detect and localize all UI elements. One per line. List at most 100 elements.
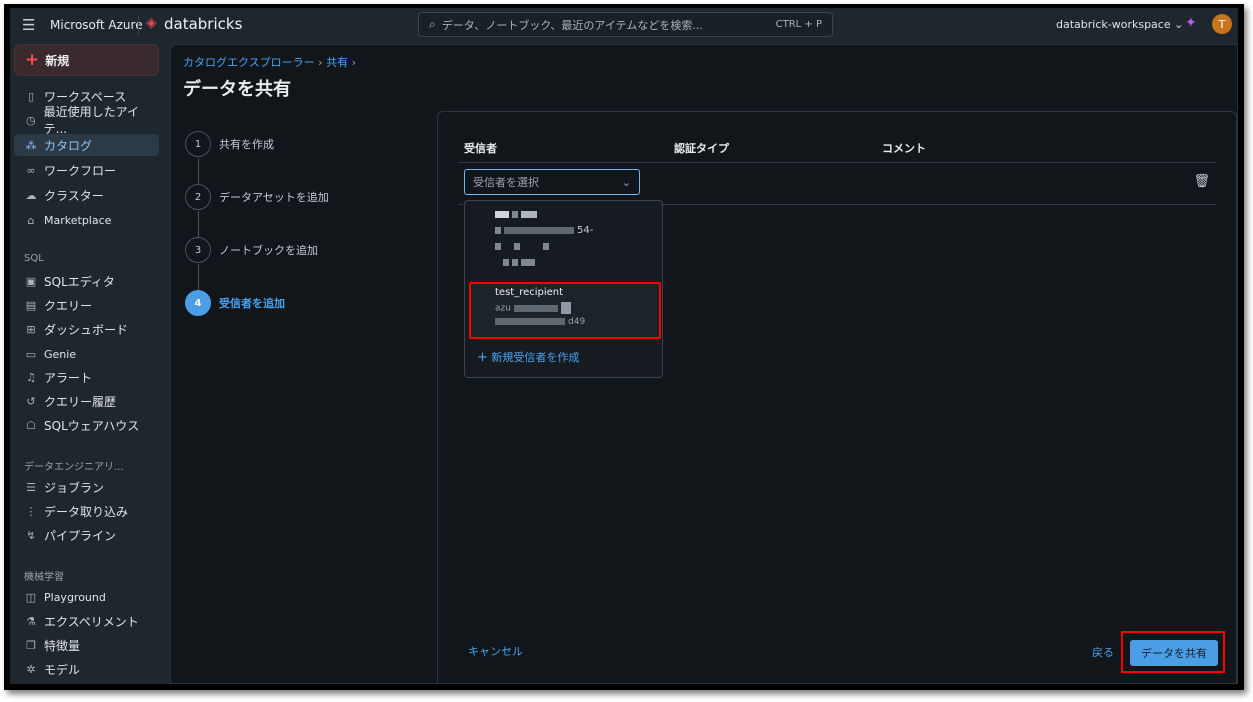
list-icon: ☰ xyxy=(26,480,36,494)
step-connector xyxy=(198,264,199,290)
chevron-down-icon: ⌄ xyxy=(621,175,631,189)
plus-icon: + xyxy=(25,50,40,70)
step-3[interactable]: 3 ノートブックを追加 xyxy=(185,237,318,263)
trash-icon[interactable]: 🗑 xyxy=(1193,174,1210,189)
sidebar-item-catalog[interactable]: ⁂ カタログ xyxy=(14,134,159,156)
section-data-engineering: データエンジニアリ... xyxy=(24,462,124,473)
workspace-selector[interactable]: databrick-workspace ⌄ xyxy=(1056,18,1183,31)
step-4-active[interactable]: 4 受信者を追加 xyxy=(185,290,285,316)
store-icon: ⌂ xyxy=(27,213,35,227)
option-detail: azu xyxy=(495,303,511,314)
sidebar-item-experiments[interactable]: ⚗ エクスペリメント xyxy=(14,610,159,632)
search-input[interactable]: ⌕ データ、ノートブック、最近のアイテムなどを検索... CTRL + P xyxy=(418,12,833,37)
step-number: 4 xyxy=(185,290,211,316)
step-connector xyxy=(198,158,199,184)
brand-label: Microsoft Azure xyxy=(50,18,143,32)
sidebar-item-sql-editor[interactable]: ▣ SQLエディタ xyxy=(14,270,159,292)
sidebar-item-recent[interactable]: ◷ 最近使用したアイテ... xyxy=(14,105,159,136)
label: クラスター xyxy=(44,188,104,203)
robot-icon: ◫ xyxy=(25,590,37,604)
sidebar-item-queries[interactable]: ▤ クエリー xyxy=(14,294,159,316)
bell-icon: ♫ xyxy=(26,370,36,384)
label: Marketplace xyxy=(44,213,112,227)
divider xyxy=(458,162,1216,163)
label: 最近使用したアイテ... xyxy=(43,105,140,136)
sidebar-item-dashboards[interactable]: ⊞ ダッシュボード xyxy=(14,318,159,340)
option-id-fragment: d49 xyxy=(568,317,586,327)
label: 特徴量 xyxy=(44,638,81,653)
label: エクスペリメント xyxy=(44,614,139,629)
recipient-dropdown: 54- test_recipient azu d49 + 新規受信者を作成 xyxy=(464,200,663,378)
share-data-button[interactable]: データを共有 xyxy=(1130,640,1218,666)
sidebar-item-sql-warehouses[interactable]: ☖ SQLウェアハウス xyxy=(14,414,159,436)
breadcrumb-catalog-explorer[interactable]: カタログエクスプローラー xyxy=(183,56,315,69)
step-1[interactable]: 1 共有を作成 xyxy=(185,131,274,157)
new-button[interactable]: + 新規 xyxy=(14,44,159,76)
databricks-logo-icon: ◈ xyxy=(146,15,157,31)
catalog-icon: ⁂ xyxy=(25,138,37,152)
sidebar-item-marketplace[interactable]: ⌂ Marketplace xyxy=(14,209,159,231)
sidebar-item-query-history[interactable]: ↺ クエリー履歴 xyxy=(14,390,159,412)
breadcrumb: カタログエクスプローラー › 共有 › xyxy=(183,54,356,70)
sidebar-item-features[interactable]: ❐ 特徴量 xyxy=(14,634,159,656)
label: アラート xyxy=(44,370,93,385)
section-ml: 機械学習 xyxy=(24,572,64,583)
step-connector xyxy=(198,211,199,237)
step-2[interactable]: 2 データアセットを追加 xyxy=(185,184,329,210)
divider xyxy=(138,15,139,35)
create-recipient-link[interactable]: + 新規受信者を作成 xyxy=(477,349,579,365)
header-comment: コメント xyxy=(882,142,926,155)
search-icon: ⌕ xyxy=(429,17,436,31)
step-number: 2 xyxy=(185,184,211,210)
label: Genie xyxy=(44,347,77,361)
sidebar-item-workflow[interactable]: ∞ ワークフロー xyxy=(14,159,159,181)
warehouse-icon: ☖ xyxy=(26,418,36,432)
sidebar-item-pipelines[interactable]: ↯ パイプライン xyxy=(14,524,159,546)
workspace-name: databrick-workspace xyxy=(1056,18,1171,31)
sidebar-item-alerts[interactable]: ♫ アラート xyxy=(14,366,159,388)
recipient-select[interactable]: 受信者を選択 ⌄ xyxy=(464,169,640,195)
label: カタログ xyxy=(44,138,93,153)
assistant-sparkle-icon[interactable]: ✦ xyxy=(1185,15,1197,31)
step-label: 共有を作成 xyxy=(219,138,274,151)
step-label: 受信者を追加 xyxy=(219,297,285,310)
sidebar-item-job-runs[interactable]: ☰ ジョブラン xyxy=(14,476,159,498)
sidebar-item-clusters[interactable]: ☁ クラスター xyxy=(14,184,159,206)
recipients-card: 受信者 認証タイプ コメント 受信者を選択 ⌄ 🗑 54- test_recipi… xyxy=(437,111,1237,684)
query-icon: ▤ xyxy=(25,298,37,312)
main-panel: カタログエクスプローラー › 共有 › データを共有 1 共有を作成 2 データアセ… xyxy=(170,44,1238,684)
step-number: 3 xyxy=(185,237,211,263)
create-recipient-label: 新規受信者を作成 xyxy=(491,351,580,364)
history-icon: ↺ xyxy=(26,394,36,408)
cloud-icon: ☁ xyxy=(25,188,37,202)
hamburger-icon[interactable]: ☰ xyxy=(22,16,35,34)
dropdown-option-test-recipient[interactable]: test_recipient azu d49 xyxy=(469,282,661,339)
breadcrumb-shares[interactable]: 共有 xyxy=(326,56,348,69)
new-label: 新規 xyxy=(45,53,70,68)
editor-icon: ▣ xyxy=(25,274,37,288)
step-label: ノートブックを追加 xyxy=(219,244,318,257)
top-bar: ☰ Microsoft Azure ◈ databricks ⌕ データ、ノート… xyxy=(10,8,1238,42)
back-button[interactable]: 戻る xyxy=(1092,644,1114,660)
model-icon: ✲ xyxy=(26,662,36,676)
product-logo[interactable]: databricks xyxy=(164,15,242,33)
cancel-button[interactable]: キャンセル xyxy=(468,643,523,659)
sidebar-item-playground[interactable]: ◫ Playground xyxy=(14,586,159,608)
workflow-icon: ∞ xyxy=(26,163,36,177)
search-shortcut: CTRL + P xyxy=(775,19,822,30)
sidebar-item-models[interactable]: ✲ モデル xyxy=(14,658,159,680)
notebook-icon: ▯ xyxy=(27,89,35,103)
sidebar: + 新規 ▯ ワークスペース ◷ 最近使用したアイテ... ⁂ カタログ ∞ ワークフロー… xyxy=(10,42,168,684)
step-label: データアセットを追加 xyxy=(219,191,329,204)
option-id-fragment: 54- xyxy=(577,225,594,236)
sidebar-item-data-ingestion[interactable]: ⋮ データ取り込み xyxy=(14,500,159,522)
dashboard-icon: ⊞ xyxy=(26,322,36,336)
option-name: test_recipient xyxy=(495,287,564,298)
dropdown-option[interactable]: 54- xyxy=(465,201,662,277)
label: SQLウェアハウス xyxy=(44,418,140,433)
breadcrumb-sep: › xyxy=(318,56,323,69)
label: SQLエディタ xyxy=(44,274,115,289)
label: クエリー履歴 xyxy=(44,394,117,409)
sidebar-item-genie[interactable]: ▭ Genie xyxy=(14,343,159,365)
avatar[interactable]: T xyxy=(1212,14,1232,34)
